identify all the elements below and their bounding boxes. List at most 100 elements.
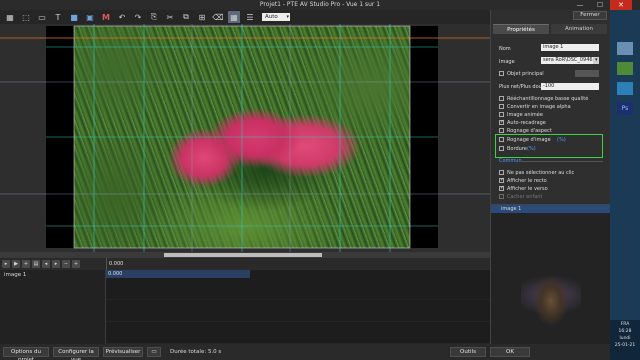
recto-checkbox[interactable] <box>499 177 504 183</box>
cacher-label: Cacher enfant <box>507 194 543 200</box>
object-list-item[interactable]: image 1 <box>491 205 611 213</box>
rognage-percent: (%) <box>557 137 566 143</box>
cacher-checkbox[interactable] <box>499 194 504 199</box>
scrollbar-thumb[interactable] <box>164 253 322 257</box>
desktop-background: Ps <box>610 10 640 360</box>
expand-icon[interactable]: + <box>22 260 30 268</box>
object-list[interactable]: image 1 <box>491 204 611 344</box>
previsualiser-button[interactable]: Prévisualiser <box>103 347 143 357</box>
redo-icon[interactable]: ↷ <box>132 11 144 23</box>
image-path-field[interactable]: sera RoR\DSC_0946.jpg <box>541 57 593 64</box>
panel-tabs: Propriétés Animation <box>491 24 611 34</box>
bottom-bar: Options du projet Configurer la vue Prév… <box>0 344 640 360</box>
outils-button[interactable]: Outils <box>450 347 486 357</box>
snap-icon[interactable]: ▦ <box>228 11 240 23</box>
options-projet-button[interactable]: Options du projet <box>3 347 49 360</box>
tray-day: lundi <box>619 336 631 341</box>
tray-date: 25-01-21 <box>614 343 636 348</box>
tab-animation[interactable]: Animation <box>551 24 607 34</box>
rognage-image-label: Rognage d'image <box>507 137 551 143</box>
lock-icon[interactable]: ▤ <box>32 260 40 268</box>
section-divider <box>521 161 603 162</box>
verso-checkbox[interactable] <box>499 185 504 191</box>
play-icon[interactable]: ▸ <box>2 260 10 268</box>
bordure-label: Bordure <box>507 146 527 152</box>
convertir-checkbox[interactable] <box>499 104 504 109</box>
photoshop-icon[interactable]: Ps <box>617 102 633 115</box>
copy-icon[interactable]: ⧉ <box>180 11 192 23</box>
image-label: Image <box>499 59 515 65</box>
monitor-icon[interactable]: ▭ <box>147 347 161 357</box>
rectangle-icon[interactable]: ■ <box>68 11 80 23</box>
recto-label: Afficher le recto <box>507 178 547 184</box>
delete-icon[interactable]: ⎘ <box>148 11 160 23</box>
rechant-checkbox[interactable] <box>499 96 504 101</box>
system-tray: FRA 16:28 lundi 25-01-21 <box>610 320 640 360</box>
desktop-image-icon[interactable] <box>617 62 633 75</box>
cut-icon[interactable]: ✂ <box>164 11 176 23</box>
rognage-aspect-checkbox[interactable] <box>499 128 504 133</box>
slide-workspace[interactable] <box>0 24 490 258</box>
text-icon[interactable]: T <box>52 11 64 23</box>
rognage-aspect-label: Rognage d'aspect <box>507 128 552 134</box>
ne-pas-label: Ne pas sélectionner au clic <box>507 170 575 176</box>
ne-pas-checkbox[interactable] <box>499 170 504 175</box>
timeline-grid <box>106 278 490 344</box>
undo-icon[interactable]: ↶ <box>116 11 128 23</box>
plusnet-field[interactable]: -100 <box>541 83 599 90</box>
auto-recadrage-checkbox[interactable] <box>499 119 504 125</box>
ruler-time: 0.000 <box>109 261 124 267</box>
background-emblem <box>521 265 581 335</box>
tray-language[interactable]: FRA <box>610 322 640 327</box>
ok-button[interactable]: OK <box>490 347 530 357</box>
grid-icon[interactable]: ▦ <box>4 11 16 23</box>
nom-field[interactable]: image 1 <box>541 44 599 51</box>
rechant-label: Rééchantillonnage basse qualité <box>507 96 589 102</box>
main-toolbar: ▦ ⬚ ▭ T ■ ▣ M ↶ ↷ ⎘ ✂ ⧉ ⊞ ⌫ ▦ ☰ Auto <box>0 10 490 24</box>
timeline-track-label[interactable]: image 1 <box>0 270 106 344</box>
zoom-in-icon[interactable]: + <box>72 260 80 268</box>
animee-label: Image animée <box>507 112 543 118</box>
nom-label: Nom <box>499 46 511 52</box>
maximize-button[interactable]: ☐ <box>592 0 608 10</box>
zoom-select[interactable]: Auto <box>262 13 290 21</box>
objet-principal-label: Objet principal <box>507 71 544 77</box>
paste-icon[interactable]: ⊞ <box>196 11 208 23</box>
zoom-out-icon[interactable]: − <box>62 260 70 268</box>
prev-icon[interactable]: ◂ <box>42 260 50 268</box>
desktop-photo-icon[interactable] <box>617 82 633 95</box>
title-bar: Projet1 - PTE AV Studio Pro - Vue 1 sur … <box>0 0 640 10</box>
timeline-clip[interactable]: 0.000 <box>106 270 250 278</box>
clip-time: 0.000 <box>108 271 123 277</box>
play-from-start-icon[interactable]: ▶ <box>12 260 20 268</box>
image-icon[interactable]: ▣ <box>84 11 96 23</box>
verso-label: Afficher le verso <box>507 186 548 192</box>
minimize-button[interactable]: — <box>572 0 588 10</box>
guide-grid <box>0 24 490 252</box>
animee-checkbox[interactable] <box>499 112 504 117</box>
frame-icon[interactable]: ▭ <box>36 11 48 23</box>
timeline-ruler[interactable]: 0.000 <box>106 258 490 270</box>
plusnet-label: Plus net/Plus dou... <box>499 84 547 90</box>
tray-time[interactable]: 16:28 <box>610 329 640 334</box>
configurer-vue-button[interactable]: Configurer la vue <box>53 347 99 360</box>
mask-icon[interactable]: M <box>100 11 112 23</box>
close-button[interactable]: ✕ <box>610 0 632 10</box>
desktop-app-icon[interactable] <box>617 42 633 55</box>
next-icon[interactable]: ▸ <box>52 260 60 268</box>
objet-principal-checkbox[interactable] <box>499 71 504 76</box>
auto-recadrage-label: Auto-recadrage <box>507 120 546 126</box>
bordure-checkbox[interactable] <box>499 146 504 151</box>
properties-panel: Fermer Propriétés Animation Nom image 1 … <box>490 10 611 344</box>
rognage-image-checkbox[interactable] <box>499 137 504 142</box>
section-commun: Commun <box>499 158 522 164</box>
select-icon[interactable]: ⬚ <box>20 11 32 23</box>
convertir-label: Convertir en image alpha <box>507 104 571 110</box>
objet-principal-field[interactable] <box>575 70 599 77</box>
fit-icon[interactable]: ⌫ <box>212 11 224 23</box>
fermer-button[interactable]: Fermer <box>573 11 607 20</box>
browse-icon[interactable]: ▾ <box>593 57 599 64</box>
tab-proprietes[interactable]: Propriétés <box>493 24 549 34</box>
layout-icon[interactable]: ☰ <box>244 11 256 23</box>
total-duration: Durée totale: 5.0 s <box>170 349 222 355</box>
